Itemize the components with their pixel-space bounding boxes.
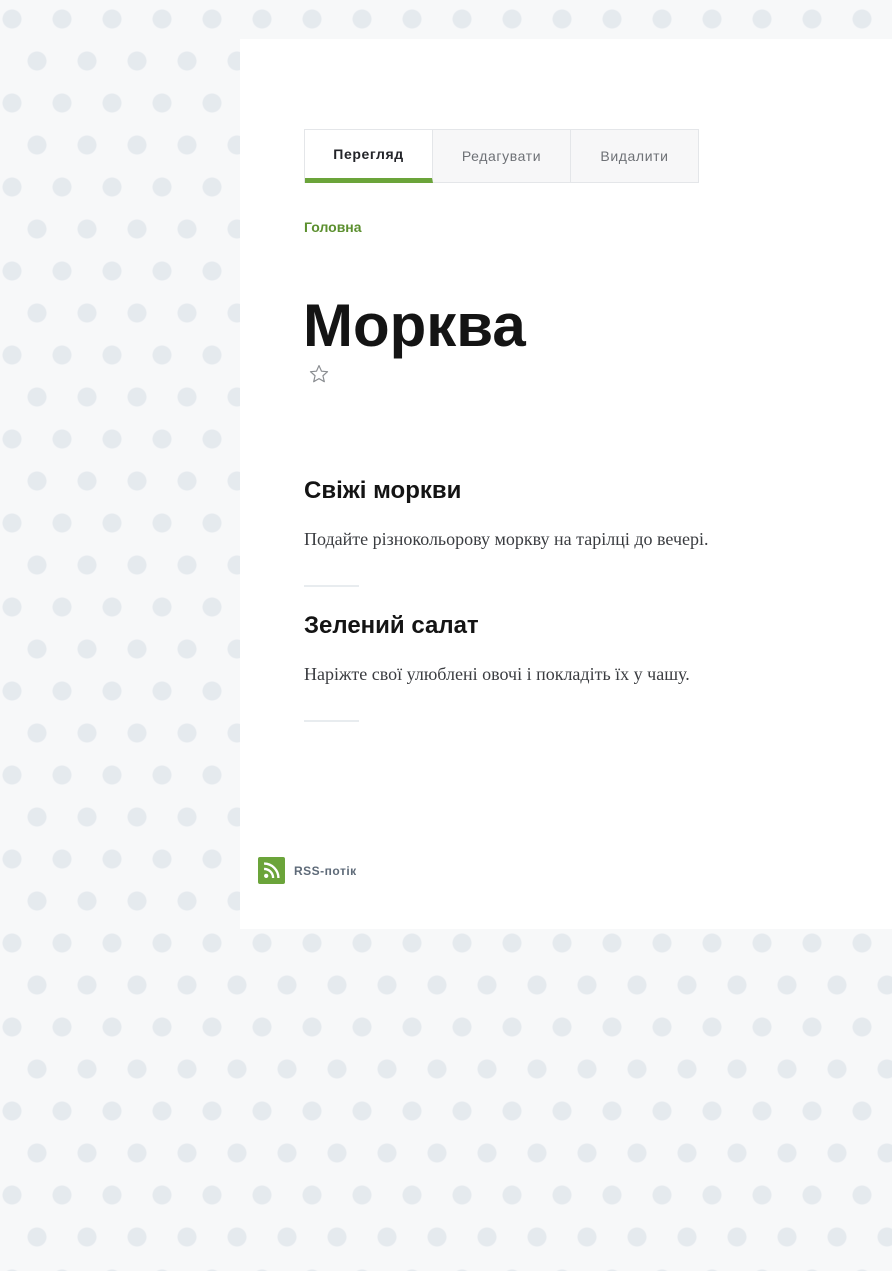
article-title-link[interactable]: Свіжі моркви bbox=[304, 477, 824, 505]
page-title: Морква bbox=[303, 292, 526, 359]
rss-feed-label: RSS-потік bbox=[294, 863, 357, 878]
article-teaser: Свіжі моркви Подайте різнокольорову морк… bbox=[304, 477, 824, 587]
article-divider bbox=[304, 585, 359, 587]
tab-view[interactable]: Перегляд bbox=[305, 130, 433, 183]
article-summary: Подайте різнокольорову моркву на тарілці… bbox=[304, 529, 709, 549]
article-title-link[interactable]: Зелений салат bbox=[304, 612, 824, 640]
article-divider bbox=[304, 720, 359, 722]
local-tasks-tabs: Перегляд Редагувати Видалити bbox=[304, 129, 699, 183]
rss-icon bbox=[258, 857, 285, 884]
article-teaser: Зелений салат Наріжте свої улюблені овоч… bbox=[304, 612, 824, 722]
rss-feed-link[interactable]: RSS-потік bbox=[258, 857, 357, 884]
main-content-panel: Перегляд Редагувати Видалити Головна Мор… bbox=[240, 39, 892, 929]
tab-edit[interactable]: Редагувати bbox=[433, 130, 571, 182]
breadcrumb-home-link[interactable]: Головна bbox=[304, 219, 362, 235]
tab-delete[interactable]: Видалити bbox=[571, 130, 698, 182]
article-summary: Наріжте свої улюблені овочі і покладіть … bbox=[304, 664, 690, 684]
star-outline-icon[interactable] bbox=[308, 363, 330, 385]
